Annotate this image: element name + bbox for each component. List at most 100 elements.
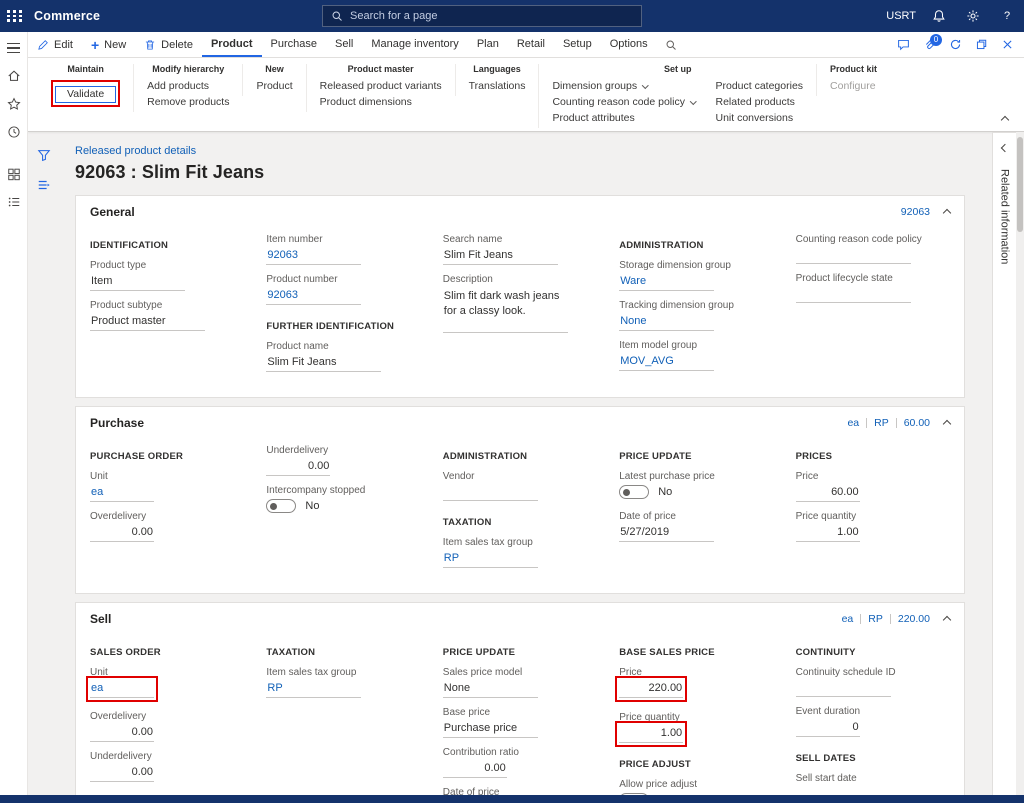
- search-name-value[interactable]: Slim Fit Jeans: [443, 247, 558, 265]
- product-number-value[interactable]: 92063: [266, 287, 361, 305]
- new-button[interactable]: + New: [82, 32, 135, 57]
- nav-recent-clock-icon[interactable]: [0, 120, 28, 144]
- sell-underdelivery-value[interactable]: 0.00: [90, 764, 154, 782]
- actions-search-icon[interactable]: [657, 32, 685, 57]
- app-launcher-waffle-icon[interactable]: [0, 0, 30, 32]
- purchase-summary-tax[interactable]: RP: [874, 417, 889, 429]
- product-dimensions-button[interactable]: Product dimensions: [320, 96, 442, 108]
- collapse-section-icon[interactable]: [943, 209, 951, 217]
- sell-summary-unit[interactable]: ea: [842, 613, 854, 625]
- tab-purchase[interactable]: Purchase: [262, 32, 326, 57]
- sell-tax-group-value[interactable]: RP: [266, 680, 361, 698]
- sell-unit-value[interactable]: ea: [90, 680, 154, 698]
- nav-favorites-star-icon[interactable]: [0, 92, 28, 116]
- product-attributes-button[interactable]: Product attributes: [552, 112, 695, 124]
- product-name-value[interactable]: Slim Fit Jeans: [266, 354, 381, 372]
- purchase-section-header[interactable]: Purchase ea RP 60.00: [76, 407, 964, 439]
- help-icon[interactable]: ?: [990, 0, 1024, 32]
- purchase-price-quantity-value[interactable]: 1.00: [796, 524, 860, 542]
- close-icon[interactable]: [996, 34, 1018, 56]
- general-summary-value[interactable]: 92063: [901, 206, 930, 218]
- nav-home-icon[interactable]: [0, 64, 28, 88]
- item-model-group-value[interactable]: MOV_AVG: [619, 353, 714, 371]
- validate-button[interactable]: Validate: [55, 86, 116, 103]
- purchase-overdelivery-value[interactable]: 0.00: [90, 524, 154, 542]
- delete-button[interactable]: Delete: [135, 32, 202, 57]
- feedback-icon[interactable]: [892, 34, 914, 56]
- related-information-panel[interactable]: Related information: [992, 132, 1016, 795]
- add-products-button[interactable]: Add products: [147, 80, 229, 92]
- tab-options[interactable]: Options: [601, 32, 657, 57]
- sell-start-date-value[interactable]: [796, 786, 891, 795]
- sell-section-header[interactable]: Sell ea RP 220.00: [76, 603, 964, 635]
- breadcrumb[interactable]: Released product details: [75, 145, 1024, 157]
- counting-reason-code-policy-value[interactable]: [796, 247, 911, 264]
- description-value[interactable]: Slim fit dark wash jeans for a classy lo…: [443, 287, 568, 333]
- expand-related-panel-icon[interactable]: [1000, 144, 1008, 152]
- product-categories-button[interactable]: Product categories: [715, 80, 803, 92]
- product-lifecycle-state-value[interactable]: [796, 286, 911, 303]
- counting-reason-code-policy-dropdown[interactable]: Counting reason code policy: [552, 96, 695, 108]
- app-name[interactable]: Commerce: [34, 9, 100, 23]
- filter-icon[interactable]: [37, 148, 51, 162]
- tab-retail[interactable]: Retail: [508, 32, 554, 57]
- open-in-new-window-icon[interactable]: [970, 34, 992, 56]
- settings-gear-icon[interactable]: [956, 0, 990, 32]
- nav-modules-list-icon[interactable]: [0, 190, 28, 214]
- base-price-value[interactable]: Purchase price: [443, 720, 538, 738]
- nav-expand-hamburger-icon[interactable]: [0, 36, 28, 60]
- contribution-ratio-value[interactable]: 0.00: [443, 760, 507, 778]
- remove-products-button[interactable]: Remove products: [147, 96, 229, 108]
- purchase-summary-unit[interactable]: ea: [847, 417, 859, 429]
- global-search-input[interactable]: [350, 10, 633, 22]
- refresh-icon[interactable]: [944, 34, 966, 56]
- storage-dimension-group-value[interactable]: Ware: [619, 273, 714, 291]
- attachments-icon[interactable]: 0: [918, 34, 940, 56]
- tracking-dimension-group-value[interactable]: None: [619, 313, 714, 331]
- product-type-value[interactable]: Item: [90, 273, 185, 291]
- product-button[interactable]: Product: [256, 80, 292, 92]
- purchase-unit-value[interactable]: ea: [90, 484, 154, 502]
- continuity-schedule-id-value[interactable]: [796, 680, 891, 697]
- sell-summary-price[interactable]: 220.00: [898, 613, 930, 625]
- sell-price-quantity-value[interactable]: 1.00: [619, 725, 683, 743]
- edit-button[interactable]: Edit: [28, 32, 82, 57]
- item-number-value[interactable]: 92063: [266, 247, 361, 265]
- product-subtype-value[interactable]: Product master: [90, 313, 205, 331]
- tab-manage-inventory[interactable]: Manage inventory: [362, 32, 467, 57]
- purchase-price-value[interactable]: 60.00: [796, 484, 860, 502]
- unit-conversions-button[interactable]: Unit conversions: [715, 112, 803, 124]
- intercompany-stopped-toggle[interactable]: [266, 499, 296, 513]
- purchase-summary-price[interactable]: 60.00: [904, 417, 930, 429]
- general-section-header[interactable]: General 92063: [76, 196, 964, 228]
- notifications-bell-icon[interactable]: [922, 0, 956, 32]
- released-product-variants-button[interactable]: Released product variants: [320, 80, 442, 92]
- tab-plan[interactable]: Plan: [468, 32, 508, 57]
- global-search-box[interactable]: [322, 5, 642, 27]
- show-list-icon[interactable]: [37, 178, 51, 192]
- purchase-underdelivery-value[interactable]: 0.00: [266, 458, 330, 476]
- sell-price-value[interactable]: 220.00: [619, 680, 683, 698]
- purchase-date-of-price-value[interactable]: 5/27/2019: [619, 524, 714, 542]
- sell-overdelivery-value[interactable]: 0.00: [90, 724, 154, 742]
- tab-setup[interactable]: Setup: [554, 32, 601, 57]
- user-initials-button[interactable]: USRT: [880, 0, 922, 32]
- latest-purchase-price-toggle[interactable]: [619, 485, 649, 499]
- collapse-section-icon[interactable]: [943, 420, 951, 428]
- related-products-button[interactable]: Related products: [715, 96, 803, 108]
- ribbon-group-product-kit: Product kit Configure: [816, 64, 890, 96]
- dimension-groups-dropdown[interactable]: Dimension groups: [552, 80, 695, 92]
- vertical-scrollbar[interactable]: [1016, 132, 1024, 795]
- event-duration-value[interactable]: 0: [796, 719, 860, 737]
- nav-workspaces-icon[interactable]: [0, 162, 28, 186]
- tab-sell[interactable]: Sell: [326, 32, 362, 57]
- sales-price-model-value[interactable]: None: [443, 680, 538, 698]
- collapse-section-icon[interactable]: [943, 616, 951, 624]
- tab-product[interactable]: Product: [202, 32, 262, 57]
- purchase-tax-group-value[interactable]: RP: [443, 550, 538, 568]
- vendor-value[interactable]: [443, 484, 538, 501]
- sell-summary-tax[interactable]: RP: [868, 613, 883, 625]
- scrollbar-thumb[interactable]: [1017, 137, 1023, 232]
- translations-button[interactable]: Translations: [469, 80, 526, 92]
- collapse-ribbon-icon[interactable]: [1001, 116, 1009, 124]
